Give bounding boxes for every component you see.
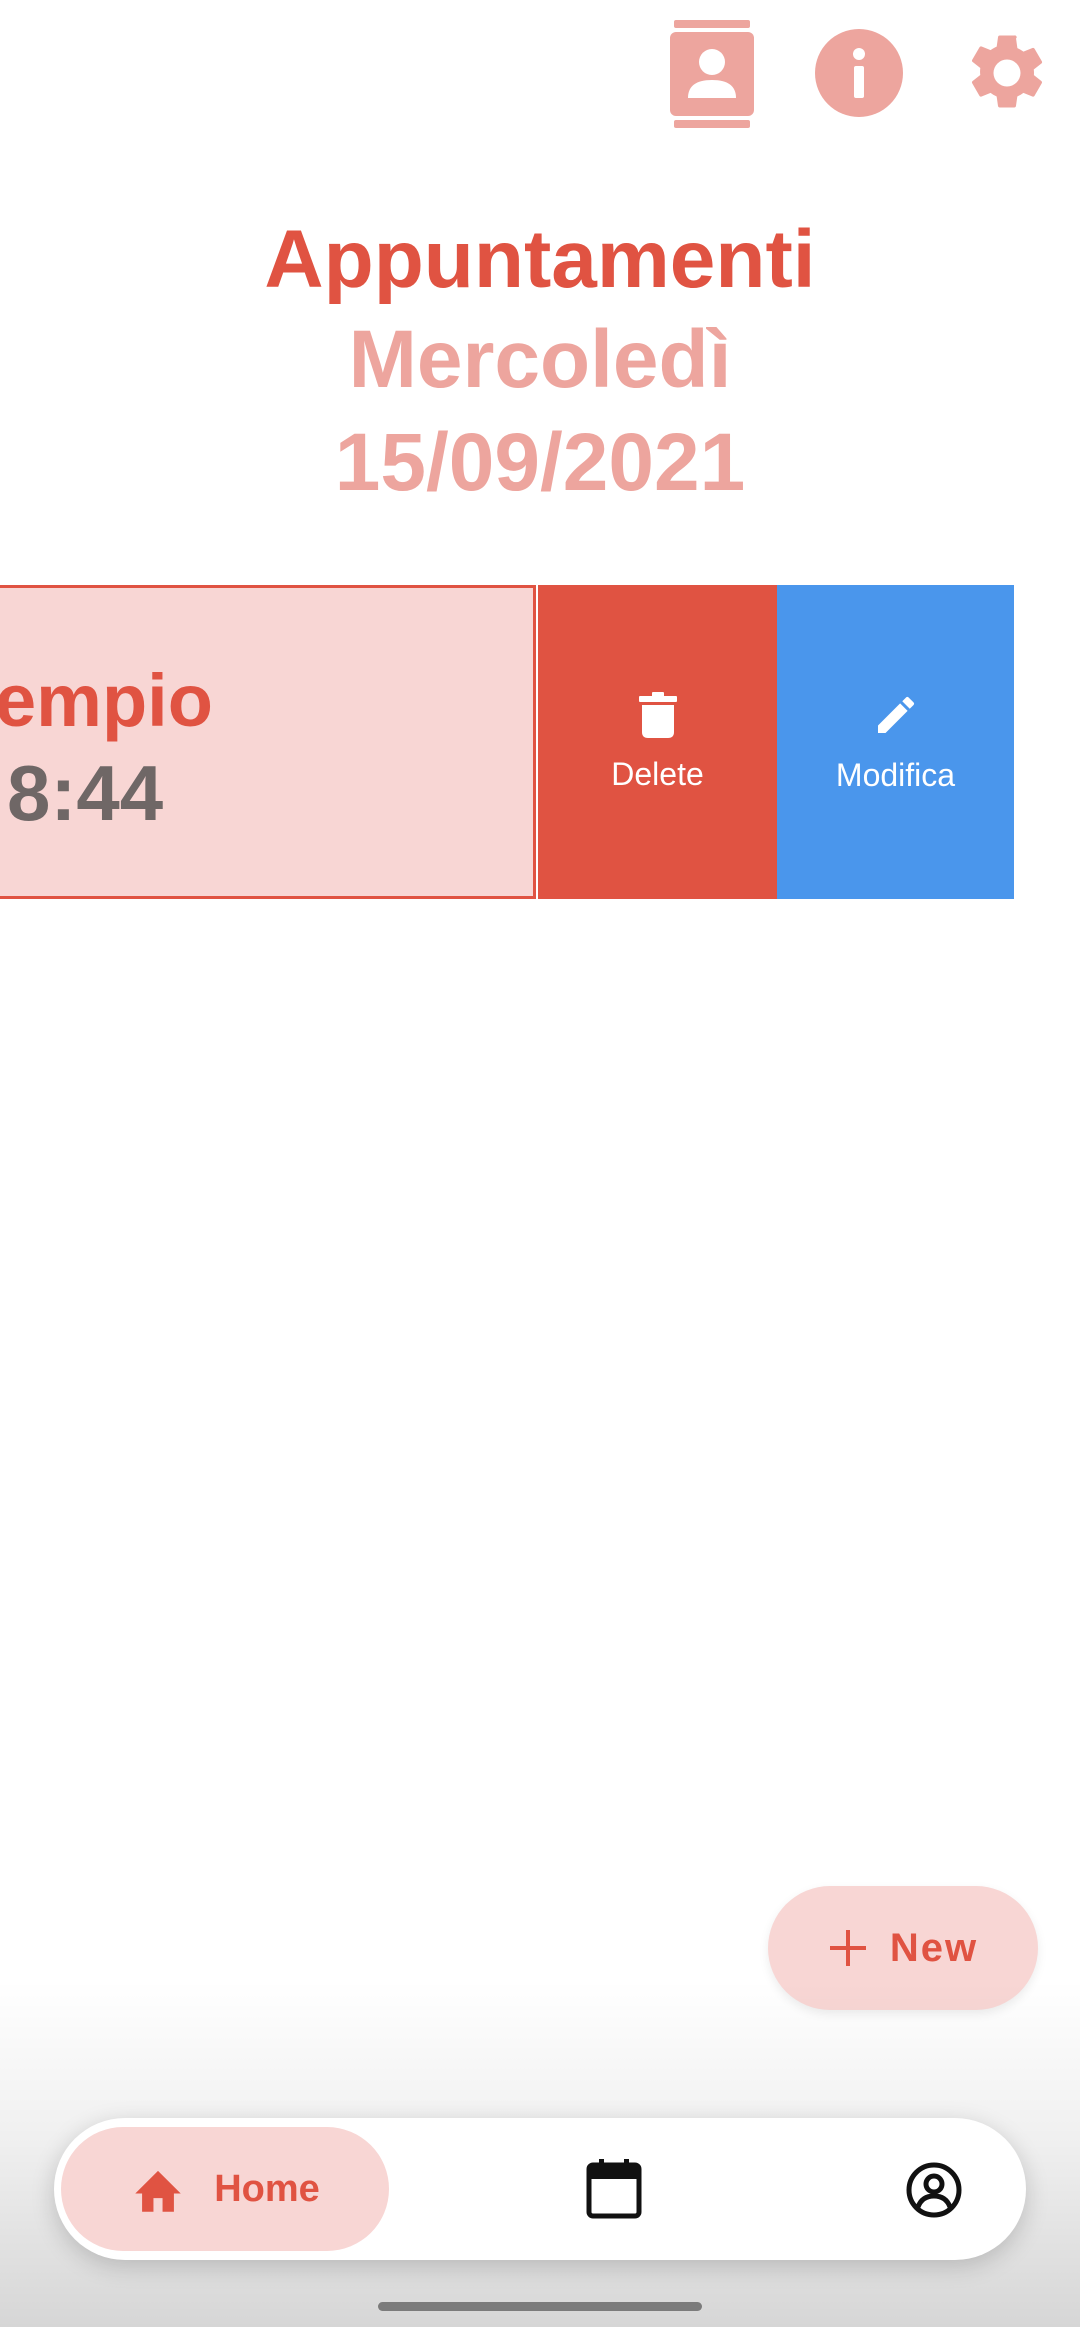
bottom-navigation: Home: [54, 2118, 1026, 2260]
plus-icon: [829, 1930, 866, 1966]
gear-icon: [971, 35, 1043, 108]
calendar-icon: [586, 2159, 642, 2219]
page-title: Appuntamenti: [264, 214, 816, 305]
appointment-title: empio: [0, 659, 213, 742]
edit-label: Modifica: [835, 756, 956, 793]
appointment-time: 8:44: [7, 749, 164, 837]
nav-home-label: Home: [214, 2167, 320, 2210]
contacts-icon: [670, 20, 754, 128]
info-icon: [815, 29, 903, 117]
home-icon: [135, 2170, 181, 2212]
nav-account[interactable]: [904, 2160, 964, 2220]
account-icon: [906, 2162, 962, 2218]
top-icon-bar: [0, 0, 1080, 160]
date-label: 15/09/2021: [334, 417, 746, 508]
home-indicator[interactable]: [378, 2302, 702, 2311]
info-button[interactable]: [814, 28, 904, 118]
header-block: Appuntamenti Mercoledì 15/09/2021: [0, 210, 1080, 515]
pencil-icon: [877, 696, 914, 733]
appointment-card[interactable]: empio 8:44: [0, 585, 536, 899]
nav-calendar[interactable]: [584, 2158, 644, 2220]
delete-button[interactable]: Delete: [538, 585, 777, 899]
new-button-label: New: [889, 1925, 979, 1970]
delete-label: Delete: [611, 755, 704, 792]
contacts-button[interactable]: [664, 18, 760, 130]
trash-icon: [638, 691, 677, 738]
settings-button[interactable]: [962, 28, 1052, 118]
nav-home[interactable]: Home: [61, 2127, 389, 2251]
edit-button[interactable]: Modifica: [777, 585, 1014, 899]
weekday-label: Mercoledì: [348, 314, 732, 405]
